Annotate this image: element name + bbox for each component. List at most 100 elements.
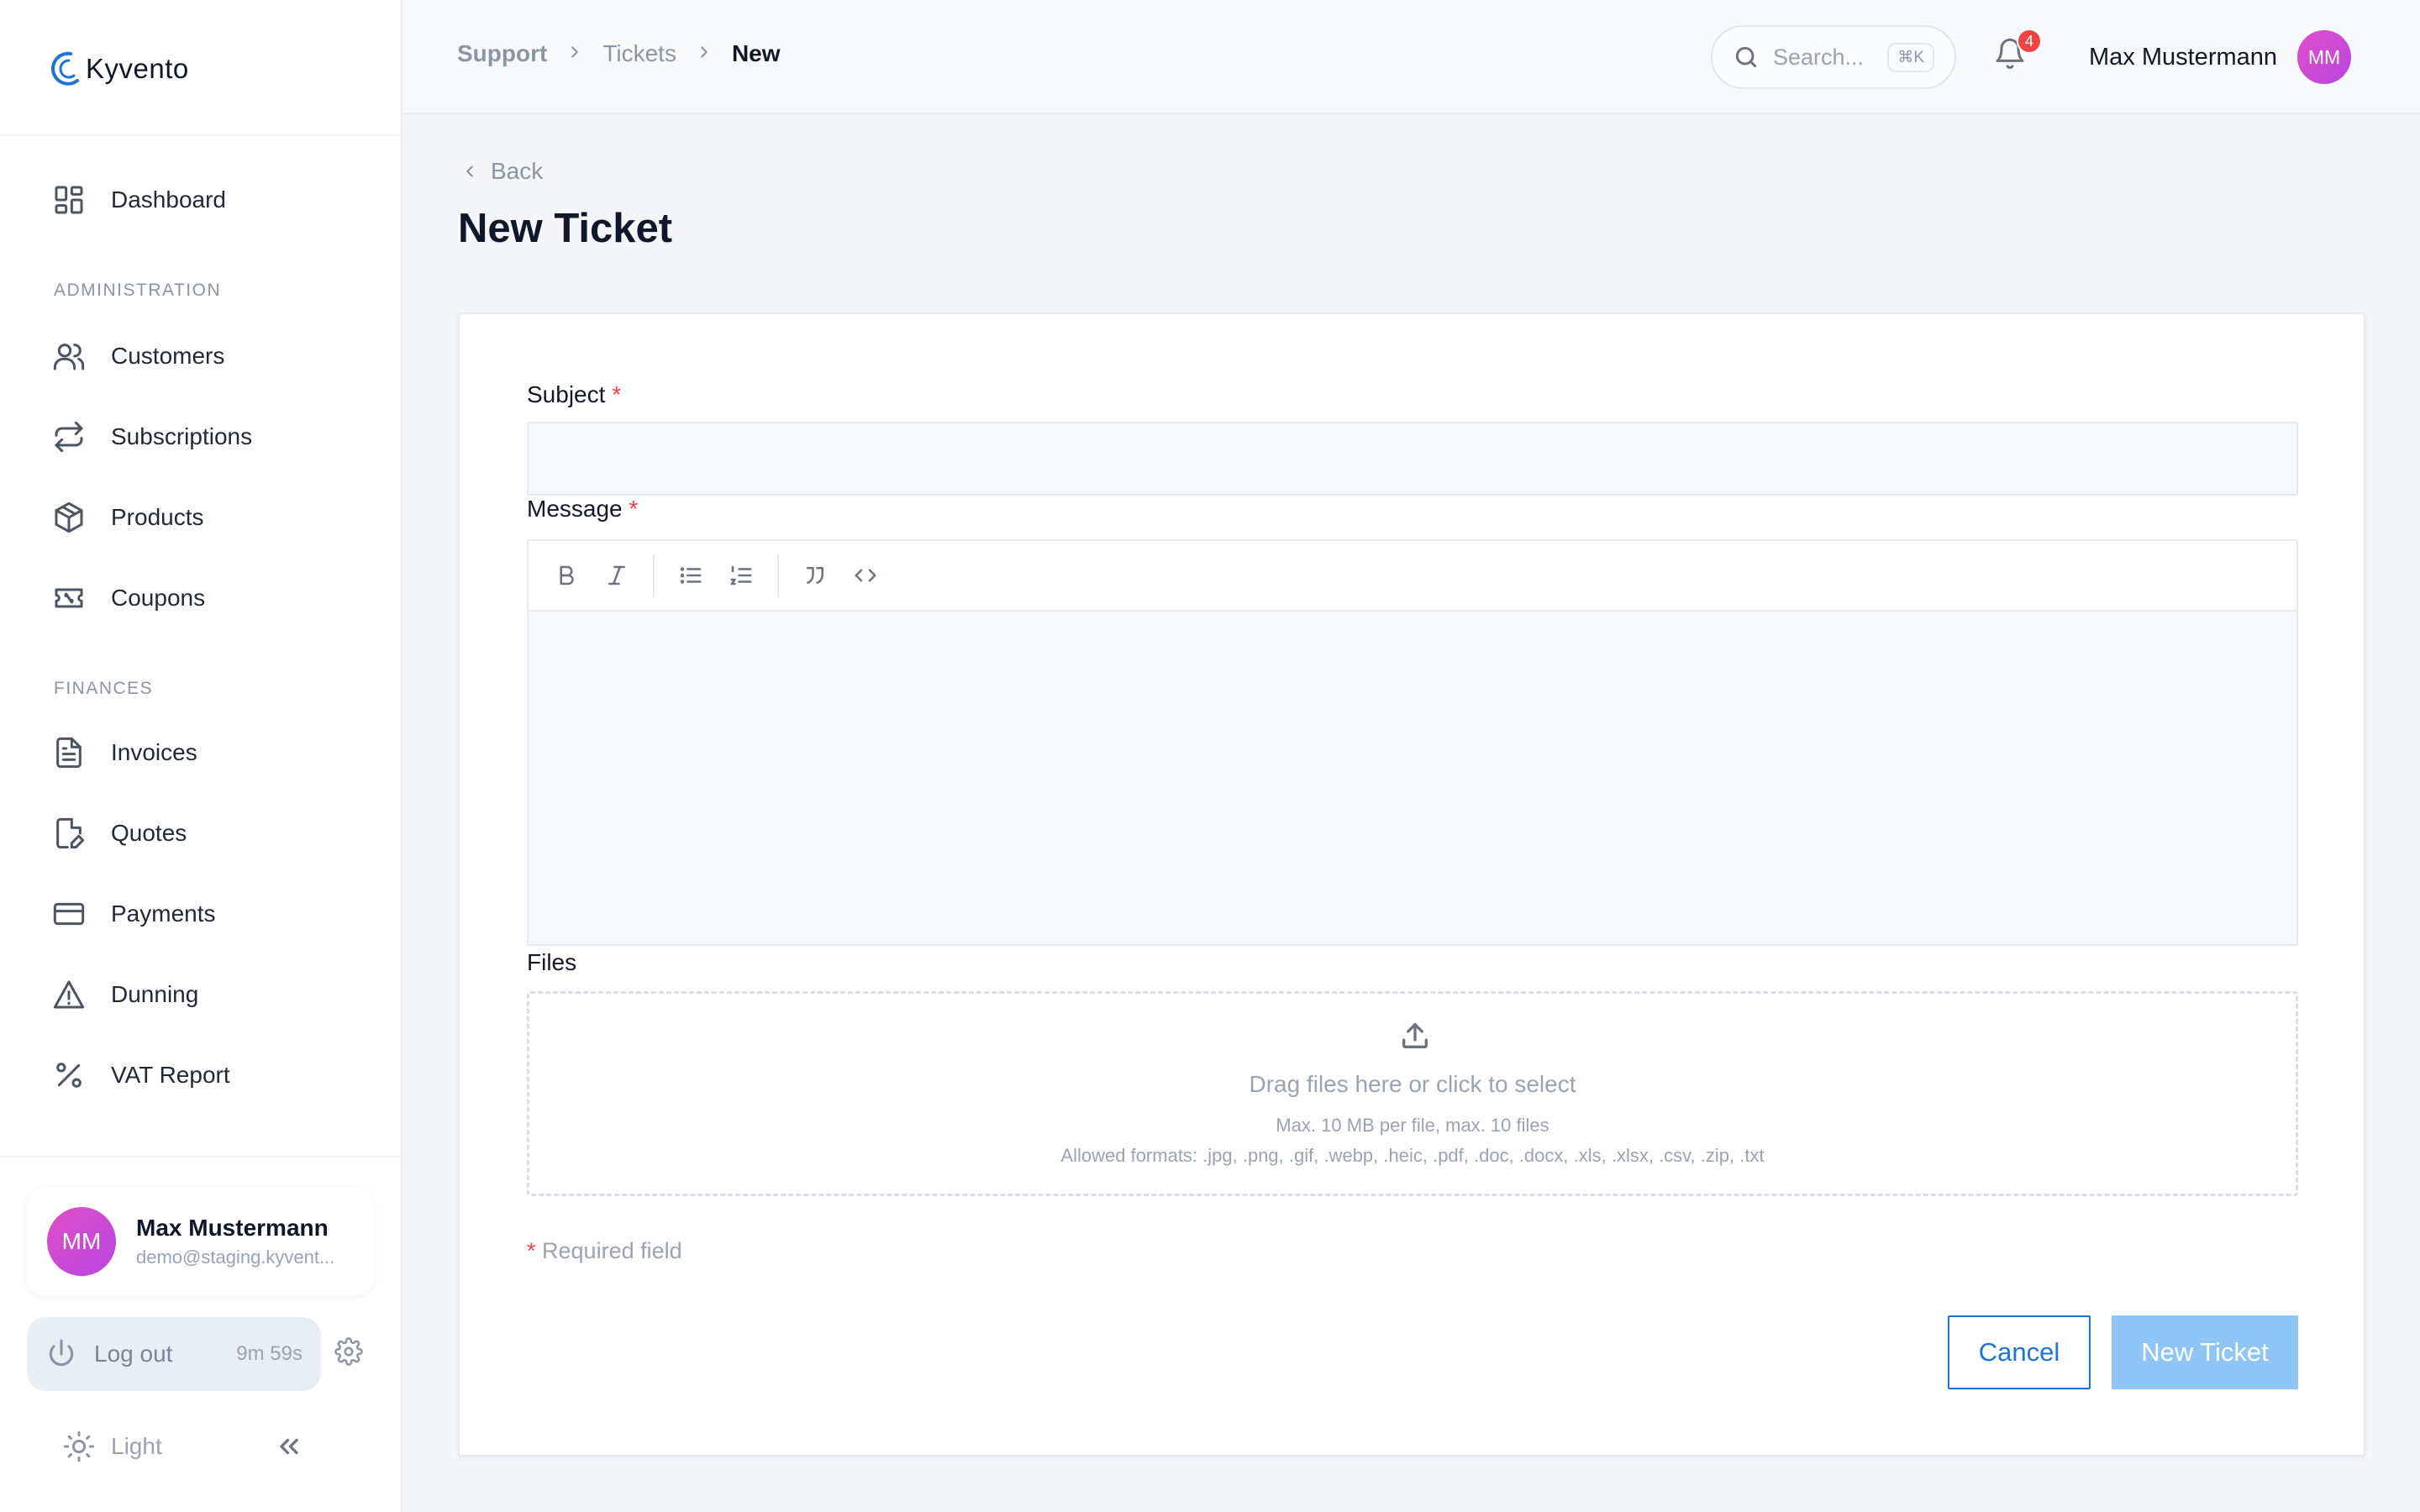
user-name: Max Mustermann	[2089, 43, 2278, 71]
sidebar-item-dashboard[interactable]: Dashboard	[52, 175, 226, 225]
file-text-icon	[56, 737, 82, 769]
logo-text: Kyvento	[86, 53, 189, 84]
gear-icon	[334, 1337, 363, 1366]
sidebar-item-label: Payments	[111, 900, 216, 927]
sidebar-divider	[0, 1156, 402, 1158]
avatar: MM	[47, 1207, 116, 1276]
percent-icon	[56, 1063, 82, 1088]
back-link[interactable]: Back	[460, 158, 543, 185]
required-note-text: Required field	[542, 1238, 682, 1263]
blockquote-button[interactable]	[797, 558, 833, 593]
subject-label-text: Subject	[527, 381, 606, 407]
code-button[interactable]	[848, 558, 883, 593]
page-title: New Ticket	[458, 206, 673, 251]
bold-icon	[560, 565, 574, 585]
repeat-icon	[55, 421, 83, 453]
sidebar-item-label: Dashboard	[111, 186, 226, 213]
logo-swirl-icon	[51, 51, 79, 86]
search-input[interactable]: Search... ⌘K	[1711, 25, 1956, 89]
breadcrumb-current: New	[731, 40, 781, 66]
sidebar-item-label: Quotes	[111, 820, 187, 846]
sidebar-item-label: Coupons	[111, 585, 206, 611]
message-label: Message *	[527, 496, 638, 522]
italic-button[interactable]	[599, 558, 634, 593]
submit-ticket-button[interactable]: New Ticket	[2112, 1315, 2298, 1389]
sidebar-divider	[0, 134, 402, 136]
notification-badge: 4	[2017, 29, 2042, 54]
dropzone-instruction: Drag files here or click to select	[1249, 1071, 1576, 1097]
back-label: Back	[491, 158, 544, 184]
kyvento-logo[interactable]: Kyvento	[45, 44, 189, 94]
breadcrumb-tickets[interactable]: Tickets	[602, 40, 676, 67]
toolbar-divider	[777, 554, 779, 597]
sidebar-item-label: Customers	[111, 343, 225, 369]
sidebar-item-customers[interactable]: Customers	[52, 331, 224, 381]
required-marker: *	[629, 496, 639, 522]
bullet-list-icon	[680, 567, 702, 584]
chevron-right-icon	[566, 40, 584, 67]
sidebar-item-label: VAT Report	[111, 1062, 230, 1088]
sidebar-item-coupons[interactable]: Coupons	[52, 573, 205, 623]
package-icon	[55, 501, 83, 533]
sidebar-item-dunning[interactable]: Dunning	[52, 969, 198, 1020]
settings-button[interactable]	[334, 1337, 368, 1371]
cancel-button[interactable]: Cancel	[1948, 1315, 2091, 1389]
dropzone-limits: Max. 10 MB per file, max. 10 files	[1276, 1115, 1549, 1136]
power-icon	[49, 1339, 74, 1367]
sidebar-item-quotes[interactable]: Quotes	[52, 808, 187, 858]
logout-button[interactable]: Log out 9m 59s	[27, 1317, 321, 1391]
message-label-text: Message	[527, 496, 623, 522]
sidebar-user-card[interactable]: MM Max Mustermann demo@staging.kyvent...	[27, 1188, 373, 1295]
user-menu[interactable]: Max Mustermann MM	[2089, 30, 2352, 84]
theme-toggle[interactable]: Light	[62, 1430, 162, 1463]
section-title-administration: ADMINISTRATION	[54, 281, 222, 300]
top-bar: Support Tickets New Search... ⌘K 4 Max M…	[403, 0, 2420, 114]
sidebar-item-label: Products	[111, 504, 204, 530]
breadcrumb-support[interactable]: Support	[457, 40, 547, 67]
file-edit-icon	[56, 817, 85, 849]
theme-label: Light	[111, 1433, 162, 1459]
section-title-finances: FINANCES	[54, 679, 154, 698]
logout-label: Log out	[94, 1341, 173, 1367]
search-placeholder: Search...	[1773, 44, 1865, 70]
sidebar-item-invoices[interactable]: Invoices	[52, 727, 197, 778]
dashboard-icon	[55, 186, 83, 214]
search-icon	[1735, 46, 1757, 68]
chevron-right-icon	[695, 40, 713, 67]
users-icon	[53, 344, 85, 370]
required-marker: *	[612, 381, 622, 407]
ordered-list-button[interactable]	[723, 558, 759, 593]
sun-icon	[63, 1431, 95, 1462]
credit-card-icon	[53, 902, 85, 926]
avatar: MM	[2297, 30, 2352, 84]
sidebar-item-label: Subscriptions	[111, 423, 253, 449]
breadcrumb: Support Tickets New	[457, 40, 781, 67]
subject-label: Subject *	[527, 381, 621, 408]
sidebar-item-subscriptions[interactable]: Subscriptions	[52, 412, 252, 462]
editor-toolbar	[529, 541, 2296, 612]
italic-icon	[608, 565, 625, 585]
warning-triangle-icon	[53, 980, 85, 1009]
files-label: Files	[527, 949, 577, 975]
quote-icon	[807, 567, 823, 584]
sidebar: Kyvento Dashboard ADMINISTRATION Custome…	[0, 0, 402, 1512]
upload-icon	[1398, 1019, 1432, 1053]
bold-button[interactable]	[549, 558, 584, 593]
sidebar-item-products[interactable]: Products	[52, 492, 204, 543]
subject-input[interactable]	[527, 422, 2298, 496]
bullet-list-button[interactable]	[673, 558, 708, 593]
chevron-left-icon	[466, 165, 473, 177]
session-timer: 9m 59s	[236, 1342, 302, 1365]
file-dropzone[interactable]: Drag files here or click to select Max. …	[527, 991, 2298, 1196]
sidebar-item-label: Dunning	[111, 981, 199, 1007]
required-marker: *	[527, 1238, 536, 1263]
code-icon	[855, 569, 876, 582]
collapse-sidebar-button[interactable]	[274, 1431, 304, 1462]
chevrons-left-icon	[280, 1438, 298, 1455]
sidebar-item-vat-report[interactable]: VAT Report	[52, 1050, 230, 1100]
ticket-form-card: Subject * Message * Files Drag files her…	[458, 312, 2365, 1457]
message-textarea[interactable]	[529, 612, 2296, 944]
sidebar-item-payments[interactable]: Payments	[52, 889, 216, 939]
sidebar-item-label: Invoices	[111, 739, 197, 765]
user-email: demo@staging.kyvent...	[136, 1247, 335, 1268]
